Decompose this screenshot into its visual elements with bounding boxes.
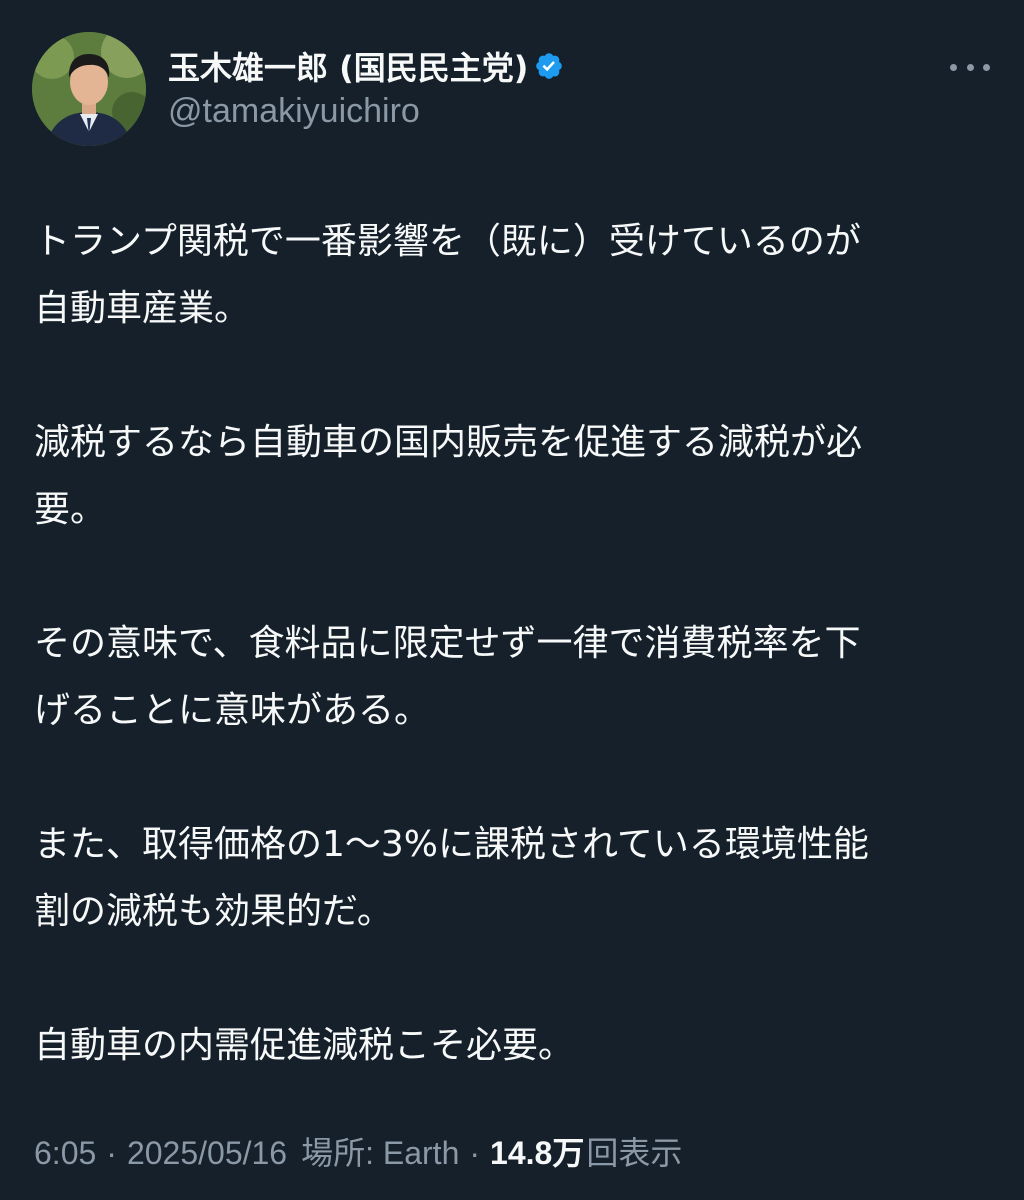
more-horizontal-icon	[966, 63, 974, 71]
avatar-photo	[32, 32, 146, 146]
tweet-paragraph: その意味で、食料品に限定せず一律で消費税率を下 げることに意味がある。	[34, 610, 994, 744]
tweet-text: トランプ関税で一番影響を（既に）受けているのが 自動車産業。 減税するなら自動車…	[34, 208, 994, 1079]
tweet-date[interactable]: 2025/05/16	[127, 1135, 287, 1172]
tweet-paragraph: また、取得価格の1〜3%に課税されている環境性能 割の減税も効果的だ。	[34, 811, 994, 945]
avatar[interactable]	[32, 32, 146, 146]
meta-separator: ·	[469, 1135, 481, 1171]
author-handle[interactable]: @tamakiyuichiro	[168, 92, 564, 131]
tweet-location: 場所: Earth	[301, 1135, 460, 1171]
tweet-line: 減税するなら自動車の国内販売を促進する減税が必	[34, 422, 863, 463]
author-name-row: 玉木雄一郎 (国民民主党)	[168, 44, 564, 88]
meta-separator: ·	[106, 1135, 117, 1171]
tweet-line: げることに意味がある。	[34, 690, 431, 731]
tweet-paragraph: 減税するなら自動車の国内販売を促進する減税が必 要。	[34, 409, 994, 543]
tweet-line: 要。	[34, 489, 107, 530]
tweet-time[interactable]: 6:05	[34, 1135, 96, 1172]
more-options-button[interactable]	[946, 50, 994, 84]
views-count[interactable]: 14.8万	[490, 1128, 584, 1174]
tweet-paragraph: トランプ関税で一番影響を（既に）受けているのが 自動車産業。	[34, 208, 994, 342]
tweet-meta: 6:05 · 2025/05/16 場所: Earth · 14.8万 回表示	[34, 1128, 682, 1174]
tweet-line: また、取得価格の1〜3%に課税されている環境性能	[34, 824, 869, 865]
tweet-line: 自動車産業。	[34, 288, 251, 329]
tweet-line: その意味で、食料品に限定せず一律で消費税率を下	[34, 623, 861, 664]
tweet-line: 自動車の内需促進減税こそ必要。	[34, 1025, 575, 1066]
tweet-line: トランプ関税で一番影響を（既に）受けているのが	[34, 221, 861, 262]
author-block: 玉木雄一郎 (国民民主党) @tamakiyuichiro	[168, 44, 564, 131]
more-horizontal-icon	[950, 63, 957, 71]
views-label: 回表示	[586, 1135, 683, 1171]
more-horizontal-icon	[983, 63, 990, 71]
verified-badge-icon[interactable]	[534, 51, 564, 81]
tweet: 玉木雄一郎 (国民民主党) @tamakiyuichiro トランプ関税で一番影…	[0, 0, 1024, 1200]
tweet-paragraph: 自動車の内需促進減税こそ必要。	[34, 1012, 994, 1079]
author-display-name[interactable]: 玉木雄一郎 (国民民主党)	[168, 43, 528, 89]
tweet-line: 割の減税も効果的だ。	[34, 891, 393, 932]
